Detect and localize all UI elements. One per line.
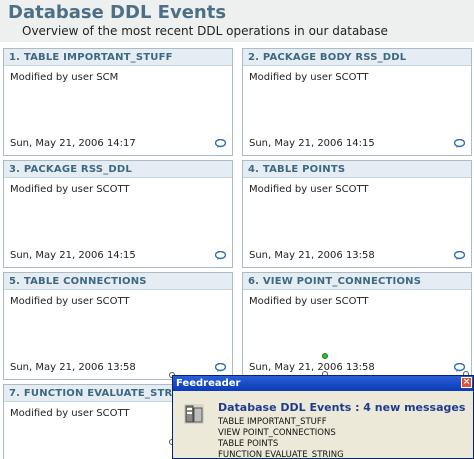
popup-message-item[interactable]: VIEW POINT_CONNECTIONS <box>218 428 344 439</box>
comment-bubble-icon[interactable] <box>215 139 226 148</box>
popup-message-list: TABLE IMPORTANT_STUFF VIEW POINT_CONNECT… <box>218 417 344 458</box>
feedreader-popup[interactable]: Feedreader × Database DDL Events : 4 new… <box>172 375 474 459</box>
event-card-date: Sun, May 21, 2006 13:58 <box>249 250 375 261</box>
event-card-body: Modified by user SCOTT <box>249 72 369 83</box>
feed-stack-icon <box>184 404 204 424</box>
popup-window-title: Feedreader <box>176 378 241 389</box>
event-card: 1. TABLE IMPORTANT_STUFF Modified by use… <box>3 48 233 156</box>
event-card: 5. TABLE CONNECTIONS Modified by user SC… <box>3 272 233 380</box>
rotate-handle[interactable] <box>322 353 328 359</box>
event-card-body: Modified by user SCOTT <box>249 296 369 307</box>
event-card-title[interactable]: 6. VIEW POINT_CONNECTIONS <box>243 273 471 290</box>
event-card-date: Sun, May 21, 2006 13:58 <box>249 362 375 373</box>
popup-message-item[interactable]: FUNCTION EVALUATE_STRING <box>218 450 344 458</box>
event-card-title[interactable]: 5. TABLE CONNECTIONS <box>4 273 232 290</box>
close-icon[interactable]: × <box>461 377 472 388</box>
event-card: 6. VIEW POINT_CONNECTIONS Modified by us… <box>242 272 472 380</box>
event-card-title[interactable]: 4. TABLE POINTS <box>243 161 471 178</box>
event-card-title[interactable]: 3. PACKAGE RSS_DDL <box>4 161 232 178</box>
event-card-date: Sun, May 21, 2006 14:17 <box>10 138 136 149</box>
event-card-body: Modified by user SCM <box>10 72 119 83</box>
popup-titlebar[interactable]: Feedreader × <box>173 376 473 391</box>
page-subtitle: Overview of the most recent DDL operatio… <box>22 24 388 38</box>
event-card-body: Modified by user SCOTT <box>10 296 130 307</box>
event-card-title[interactable]: 1. TABLE IMPORTANT_STUFF <box>4 49 232 66</box>
page-title: Database DDL Events <box>8 2 227 23</box>
page-header: Database DDL Events Overview of the most… <box>0 0 474 42</box>
event-card-date: Sun, May 21, 2006 14:15 <box>10 250 136 261</box>
event-card-body: Modified by user SCOTT <box>249 184 369 195</box>
event-card: 2. PACKAGE BODY RSS_DDL Modified by user… <box>242 48 472 156</box>
event-card-date: Sun, May 21, 2006 13:58 <box>10 362 136 373</box>
popup-heading[interactable]: Database DDL Events : 4 new messages <box>218 401 465 414</box>
comment-bubble-icon[interactable] <box>454 251 465 260</box>
popup-message-item[interactable]: TABLE IMPORTANT_STUFF <box>218 417 344 428</box>
comment-bubble-icon[interactable] <box>215 251 226 260</box>
comment-bubble-icon[interactable] <box>454 139 465 148</box>
event-card: 4. TABLE POINTS Modified by user SCOTT S… <box>242 160 472 268</box>
comment-bubble-icon[interactable] <box>215 363 226 372</box>
event-card: 3. PACKAGE RSS_DDL Modified by user SCOT… <box>3 160 233 268</box>
popup-message-item[interactable]: TABLE POINTS <box>218 439 344 450</box>
event-card-title[interactable]: 2. PACKAGE BODY RSS_DDL <box>243 49 471 66</box>
event-card-date: Sun, May 21, 2006 14:15 <box>249 138 375 149</box>
event-card-body: Modified by user SCOTT <box>10 184 130 195</box>
